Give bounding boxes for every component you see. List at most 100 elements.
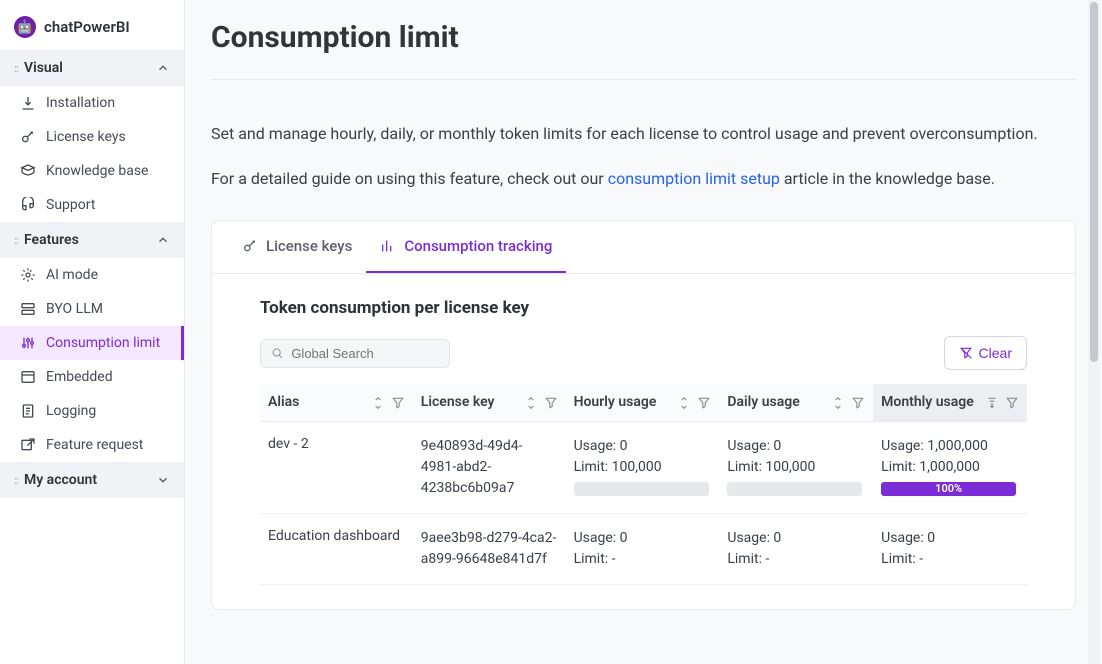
- usage-value: Usage: 0: [574, 436, 712, 457]
- sort-desc-icon[interactable]: [985, 396, 999, 410]
- filter-icon[interactable]: [544, 396, 558, 410]
- scrollbar-thumb[interactable]: [1090, 2, 1098, 362]
- filter-icon[interactable]: [851, 396, 865, 410]
- usage-value: Usage: 0: [881, 528, 1019, 549]
- usage-value: Usage: 0: [574, 528, 712, 549]
- limit-value: Limit: -: [574, 549, 712, 570]
- nav-label: Embedded: [46, 369, 113, 385]
- chevron-down-icon: [156, 473, 170, 487]
- nav-label: AI mode: [46, 267, 98, 283]
- grip-icon: ::: [14, 474, 18, 487]
- progress-bar: [574, 482, 709, 496]
- search-icon: [271, 346, 283, 360]
- brand-label: chatPowerBI: [44, 18, 130, 36]
- tab-license-keys[interactable]: License keys: [228, 221, 366, 273]
- table-title: Token consumption per license key: [260, 298, 1027, 318]
- limit-value: Limit: -: [727, 549, 865, 570]
- grip-icon: ::: [14, 234, 18, 247]
- brand[interactable]: 🤖 chatPowerBI: [0, 8, 184, 50]
- global-search[interactable]: [260, 339, 450, 368]
- desc-text: For a detailed guide on using this featu…: [211, 169, 608, 188]
- table-row: dev - 2 9e40893d-49d4-4981-abd2-4238bc6b…: [260, 422, 1027, 514]
- cell-daily: Usage: 0 Limit: -: [719, 514, 873, 585]
- key-icon: [242, 238, 258, 254]
- filter-icon[interactable]: [391, 396, 405, 410]
- usage-value: Usage: 0: [727, 436, 865, 457]
- sidebar-item-knowledge-base[interactable]: Knowledge base: [0, 154, 184, 188]
- nav-label: Knowledge base: [46, 163, 148, 179]
- desc-text: article in the knowledge base.: [780, 169, 995, 188]
- download-icon: [20, 95, 36, 111]
- search-input[interactable]: [291, 346, 439, 361]
- progress-bar: 100%: [881, 482, 1016, 496]
- chevron-up-icon: [156, 61, 170, 75]
- page-title: Consumption limit: [211, 20, 1076, 55]
- col-alias[interactable]: Alias: [260, 384, 413, 421]
- scrollbar[interactable]: ▲: [1088, 0, 1100, 664]
- sidebar-item-license-keys[interactable]: License keys: [0, 120, 184, 154]
- table-row: Education dashboard 9aee3b98-d279-4ca2-a…: [260, 514, 1027, 585]
- sort-icon[interactable]: [371, 396, 385, 410]
- sidebar-item-consumption-limit[interactable]: Consumption limit: [0, 326, 184, 360]
- nav-label: Logging: [46, 403, 96, 419]
- sidebar-item-support[interactable]: Support: [0, 188, 184, 222]
- cell-daily: Usage: 0 Limit: 100,000: [719, 422, 873, 514]
- sliders-icon: [20, 335, 36, 351]
- tab-consumption-tracking[interactable]: Consumption tracking: [366, 221, 566, 273]
- chevron-up-icon: [156, 233, 170, 247]
- page-description: Set and manage hourly, daily, or monthly…: [211, 120, 1076, 147]
- cell-monthly: Usage: 0 Limit: -: [873, 514, 1027, 585]
- col-label: Daily usage: [727, 394, 825, 411]
- limit-value: Limit: -: [881, 549, 1019, 570]
- consumption-limit-setup-link[interactable]: consumption limit setup: [608, 169, 780, 188]
- col-license-key[interactable]: License key: [413, 384, 566, 421]
- section-label: My account: [24, 472, 156, 488]
- col-hourly[interactable]: Hourly usage: [566, 384, 720, 421]
- filter-icon[interactable]: [697, 396, 711, 410]
- nav-label: Installation: [46, 95, 115, 111]
- section-features[interactable]: :: Features: [0, 222, 184, 258]
- brand-icon: 🤖: [14, 16, 36, 38]
- cell-hourly: Usage: 0 Limit: 100,000: [566, 422, 720, 514]
- cell-alias: dev - 2: [260, 422, 413, 514]
- section-label: Features: [24, 232, 156, 248]
- tab-label: License keys: [266, 237, 352, 255]
- limit-value: Limit: 100,000: [727, 457, 865, 478]
- col-monthly[interactable]: Monthly usage: [873, 384, 1027, 421]
- section-visual[interactable]: :: Visual: [0, 50, 184, 86]
- col-daily[interactable]: Daily usage: [719, 384, 873, 421]
- gear-icon: [20, 267, 36, 283]
- table-toolbar: Clear: [260, 336, 1027, 370]
- section-label: Visual: [24, 60, 156, 76]
- sidebar-item-feature-request[interactable]: Feature request: [0, 428, 184, 462]
- filter-off-icon: [959, 346, 973, 360]
- tab-label: Consumption tracking: [404, 237, 552, 255]
- sidebar-item-logging[interactable]: Logging: [0, 394, 184, 428]
- sidebar-item-embedded[interactable]: Embedded: [0, 360, 184, 394]
- nav-label: BYO LLM: [46, 301, 103, 317]
- sort-icon[interactable]: [677, 396, 691, 410]
- sort-icon[interactable]: [524, 396, 538, 410]
- col-label: Monthly usage: [881, 394, 979, 411]
- filter-icon[interactable]: [1005, 396, 1019, 410]
- card: License keys Consumption tracking Token …: [211, 220, 1076, 610]
- cell-key: 9e40893d-49d4-4981-abd2-4238bc6b09a7: [413, 422, 566, 514]
- sidebar-item-byo-llm[interactable]: BYO LLM: [0, 292, 184, 326]
- sidebar-item-installation[interactable]: Installation: [0, 86, 184, 120]
- sidebar-item-ai-mode[interactable]: AI mode: [0, 258, 184, 292]
- clear-label: Clear: [979, 345, 1012, 361]
- limit-value: Limit: 100,000: [574, 457, 712, 478]
- consumption-table: Alias License key Hourly usage: [260, 384, 1027, 585]
- grip-icon: ::: [14, 62, 18, 75]
- sidebar: 🤖 chatPowerBI :: Visual Installation Lic…: [0, 0, 185, 664]
- usage-value: Usage: 1,000,000: [881, 436, 1019, 457]
- cell-hourly: Usage: 0 Limit: -: [566, 514, 720, 585]
- cell-key: 9aee3b98-d279-4ca2-a899-96648e841d7f: [413, 514, 566, 585]
- page-description-2: For a detailed guide on using this featu…: [211, 165, 1076, 192]
- nav-label: License keys: [46, 129, 126, 145]
- chart-icon: [380, 238, 396, 254]
- sort-icon[interactable]: [831, 396, 845, 410]
- clear-button[interactable]: Clear: [944, 336, 1027, 370]
- section-my-account[interactable]: :: My account: [0, 462, 184, 498]
- server-icon: [20, 301, 36, 317]
